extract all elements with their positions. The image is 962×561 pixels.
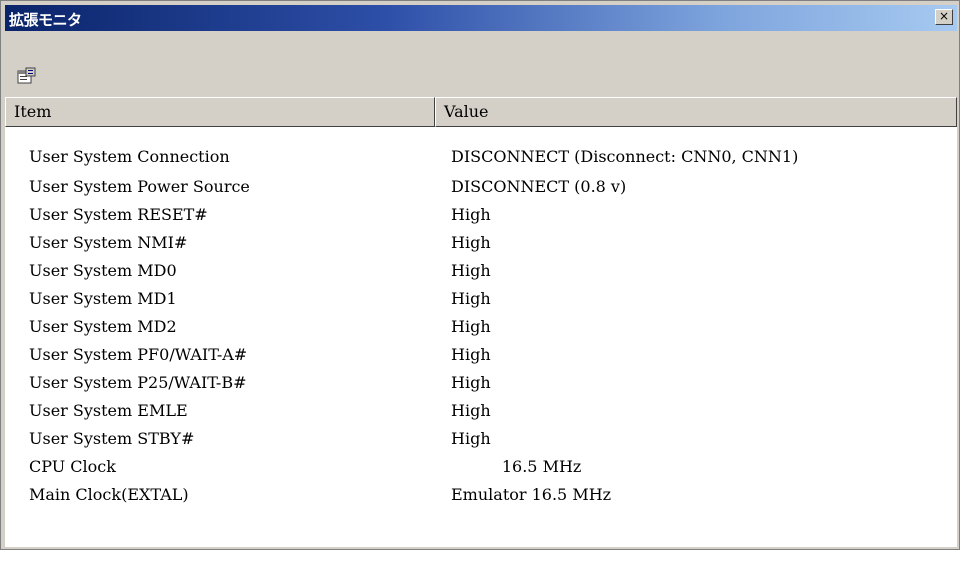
row-value: 16.5 MHz bbox=[451, 457, 582, 476]
list-row[interactable]: User System P25/WAIT-B# High bbox=[5, 373, 957, 399]
list-row[interactable]: Main Clock(EXTAL) Emulator 16.5 MHz bbox=[5, 485, 957, 511]
row-value: High bbox=[451, 429, 491, 448]
properties-icon bbox=[17, 67, 36, 84]
row-item: User System RESET# bbox=[29, 205, 208, 224]
close-button[interactable]: × bbox=[935, 9, 953, 25]
row-value: High bbox=[451, 401, 491, 420]
list-row[interactable]: User System MD2 High bbox=[5, 317, 957, 343]
row-value: DISCONNECT (0.8 v) bbox=[451, 177, 627, 196]
properties-button[interactable] bbox=[17, 67, 37, 85]
row-value: High bbox=[451, 261, 491, 280]
row-item: User System Connection bbox=[29, 147, 230, 166]
list-row[interactable]: User System NMI# High bbox=[5, 233, 957, 259]
row-value: High bbox=[451, 345, 491, 364]
list-row[interactable]: CPU Clock 16.5 MHz bbox=[5, 457, 957, 483]
column-header-item[interactable]: Item bbox=[5, 97, 435, 127]
toolbar bbox=[5, 31, 957, 97]
row-item: User System EMLE bbox=[29, 401, 188, 420]
row-value: High bbox=[451, 373, 491, 392]
row-item: Main Clock(EXTAL) bbox=[29, 485, 189, 504]
list-row[interactable]: User System EMLE High bbox=[5, 401, 957, 427]
extended-monitor-window: 拡張モニタ × Item Value User System Connectio… bbox=[0, 0, 960, 550]
row-value: High bbox=[451, 317, 491, 336]
list-row[interactable]: User System STBY# High bbox=[5, 429, 957, 455]
list-row[interactable]: User System PF0/WAIT-A# High bbox=[5, 345, 957, 371]
row-value: High bbox=[451, 205, 491, 224]
list-row[interactable]: User System RESET# High bbox=[5, 205, 957, 231]
row-item: User System STBY# bbox=[29, 429, 195, 448]
row-value: High bbox=[451, 233, 491, 252]
monitor-list[interactable]: User System Connection DISCONNECT (Disco… bbox=[5, 127, 957, 547]
list-row[interactable]: User System Connection DISCONNECT (Disco… bbox=[5, 147, 957, 173]
window-title: 拡張モニタ bbox=[9, 11, 82, 29]
list-row[interactable]: User System Power Source DISCONNECT (0.8… bbox=[5, 177, 957, 203]
title-bar[interactable]: 拡張モニタ × bbox=[5, 5, 957, 31]
row-item: User System Power Source bbox=[29, 177, 250, 196]
row-item: User System NMI# bbox=[29, 233, 188, 252]
row-item: User System PF0/WAIT-A# bbox=[29, 345, 248, 364]
row-item: User System MD0 bbox=[29, 261, 177, 280]
row-value: High bbox=[451, 289, 491, 308]
row-item: User System P25/WAIT-B# bbox=[29, 373, 247, 392]
row-item: CPU Clock bbox=[29, 457, 116, 476]
row-value: Emulator 16.5 MHz bbox=[451, 485, 612, 504]
column-header-value[interactable]: Value bbox=[435, 97, 957, 127]
row-item: User System MD1 bbox=[29, 289, 177, 308]
row-value: DISCONNECT (Disconnect: CNN0, CNN1) bbox=[451, 147, 799, 166]
row-item: User System MD2 bbox=[29, 317, 177, 336]
list-header: Item Value bbox=[5, 97, 957, 127]
list-row[interactable]: User System MD1 High bbox=[5, 289, 957, 315]
list-row[interactable]: User System MD0 High bbox=[5, 261, 957, 287]
